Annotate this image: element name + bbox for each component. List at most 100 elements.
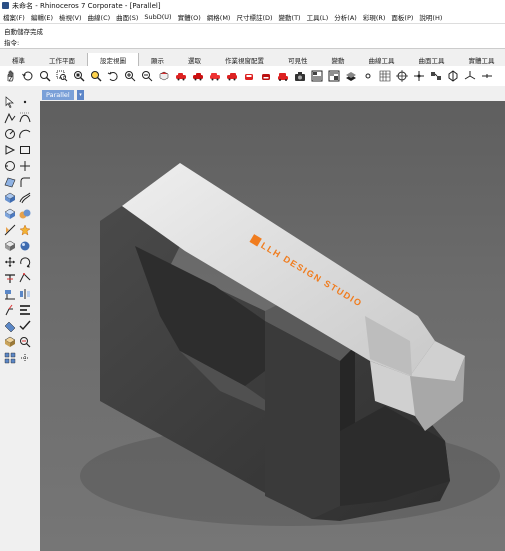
tab-display[interactable]: 顯示 [139,55,176,66]
menu-surface[interactable]: 曲面(S) [113,12,141,22]
polyline-icon[interactable] [4,112,16,124]
join-icon[interactable] [19,272,31,284]
curve-from-object-icon[interactable] [19,160,31,172]
car-top-view-icon[interactable] [175,70,187,82]
grid-icon[interactable] [379,70,391,82]
more-tools-icon[interactable] [481,70,493,82]
target-icon[interactable] [362,70,374,82]
cplane-axes-icon[interactable] [464,70,476,82]
menu-render[interactable]: 彩現(R) [360,12,389,22]
select-arrow-icon[interactable] [4,96,16,108]
menu-subd[interactable]: SubD(U) [141,13,174,21]
rotate-icon[interactable] [19,256,31,268]
zoom-out-icon[interactable] [141,70,153,82]
mirror-icon[interactable] [19,288,31,300]
split-icon[interactable] [4,224,16,236]
tab-viewport-layout[interactable]: 作業視窗配置 [213,55,276,66]
car-left-view-icon[interactable] [209,70,221,82]
surface-from-curves-icon[interactable] [4,176,16,188]
rectangle-icon[interactable] [19,144,31,156]
dimension-icon[interactable] [4,320,16,332]
move-icon[interactable] [4,256,16,268]
array-icon[interactable] [4,304,16,316]
zoom-in-icon[interactable] [124,70,136,82]
analyze-icon[interactable] [19,336,31,348]
perspective-view-icon[interactable] [277,70,289,82]
tab-set-view[interactable]: 設定視圖 [87,53,139,66]
scale-icon[interactable] [4,288,16,300]
check-icon[interactable] [19,320,31,332]
menu-edit[interactable]: 編輯(E) [28,12,56,22]
menu-analyze[interactable]: 分析(A) [331,12,360,22]
named-cplanes-icon[interactable] [328,70,340,82]
viewport-name-tab[interactable]: Parallel [42,90,74,100]
tab-visibility[interactable]: 可見性 [276,55,320,66]
menu-tools[interactable]: 工具(L) [304,12,332,22]
viewport-dropdown-icon[interactable]: ▾ [77,90,84,100]
point-icon[interactable] [19,96,31,108]
pan-hand-icon[interactable] [5,70,17,82]
zoom-window-icon[interactable] [56,70,68,82]
rotate-view-icon[interactable] [22,70,34,82]
car-front-view-icon[interactable] [243,70,255,82]
polygon-icon[interactable] [4,160,16,172]
car-bottom-view-icon[interactable] [192,70,204,82]
tab-transform[interactable]: 變動 [320,55,357,66]
offset-curve-icon[interactable] [19,192,31,204]
menu-dimension[interactable]: 尺寸標註(D) [233,12,275,22]
command-prompt-label: 指令: [4,39,20,47]
tab-select[interactable]: 選取 [176,55,213,66]
align-icon[interactable] [19,304,31,316]
fillet-curves-icon[interactable] [19,176,31,188]
menu-file[interactable]: 檔案(F) [0,12,28,22]
tab-curve-tools[interactable]: 曲線工具 [357,55,407,66]
smart-track-icon[interactable] [19,352,31,364]
arc-icon[interactable] [19,128,31,140]
command-input[interactable] [20,37,445,47]
tab-cplanes[interactable]: 工作平面 [37,55,87,66]
control-point-curve-icon[interactable] [19,112,31,124]
menu-view[interactable]: 檢視(V) [56,12,85,22]
menu-solid[interactable]: 實體(O) [175,12,204,22]
rendered-model-view: LLH DESIGN STUDIO [40,101,505,551]
menu-help[interactable]: 說明(H) [416,12,445,22]
crosshair-target-icon[interactable] [396,70,408,82]
tab-standard[interactable]: 標準 [0,55,37,66]
tab-solid-tools[interactable]: 實體工具 [457,55,505,66]
menu-panels[interactable]: 面板(P) [388,12,416,22]
extrude-surface-icon[interactable] [4,192,16,204]
orient-view-icon[interactable] [447,70,459,82]
set-view-toolbar [0,66,505,86]
center-point-icon[interactable] [413,70,425,82]
layer-view-icon[interactable] [345,70,357,82]
zoom-selected-icon[interactable] [90,70,102,82]
trim-icon[interactable] [4,272,16,284]
circle-icon[interactable] [4,128,16,140]
command-history: 自動儲存完成 [4,28,43,36]
parallel-viewport[interactable]: LLH DESIGN STUDIO [40,101,505,551]
block-icon[interactable] [4,336,16,348]
menu-transform[interactable]: 變動(T) [276,12,304,22]
car-back-view-icon[interactable] [260,70,272,82]
camera-icon[interactable] [294,70,306,82]
command-area: 自動儲存完成 指令: [0,23,505,49]
boolean-union-icon[interactable] [19,208,31,220]
window-title: 未命名 - Rhinoceros 7 Corporate - [Parallel… [12,1,161,10]
place-camera-icon[interactable] [430,70,442,82]
top-view-icon[interactable] [158,70,170,82]
car-right-view-icon[interactable] [226,70,238,82]
zoom-extents-icon[interactable] [73,70,85,82]
ellipse-icon[interactable] [4,144,16,156]
box-icon[interactable] [4,208,16,220]
tab-surface-tools[interactable]: 曲面工具 [407,55,457,66]
mesh-icon[interactable] [4,240,16,252]
zoom-dynamic-icon[interactable] [39,70,51,82]
command-prompt-row: 指令: [4,37,445,47]
named-views-icon[interactable] [311,70,323,82]
explode-icon[interactable] [19,224,31,236]
menu-mesh[interactable]: 網格(M) [204,12,234,22]
render-sphere-icon[interactable] [19,240,31,252]
layout-grid-icon[interactable] [4,352,16,364]
undo-view-icon[interactable] [107,70,119,82]
menu-curve[interactable]: 曲線(C) [85,12,114,22]
